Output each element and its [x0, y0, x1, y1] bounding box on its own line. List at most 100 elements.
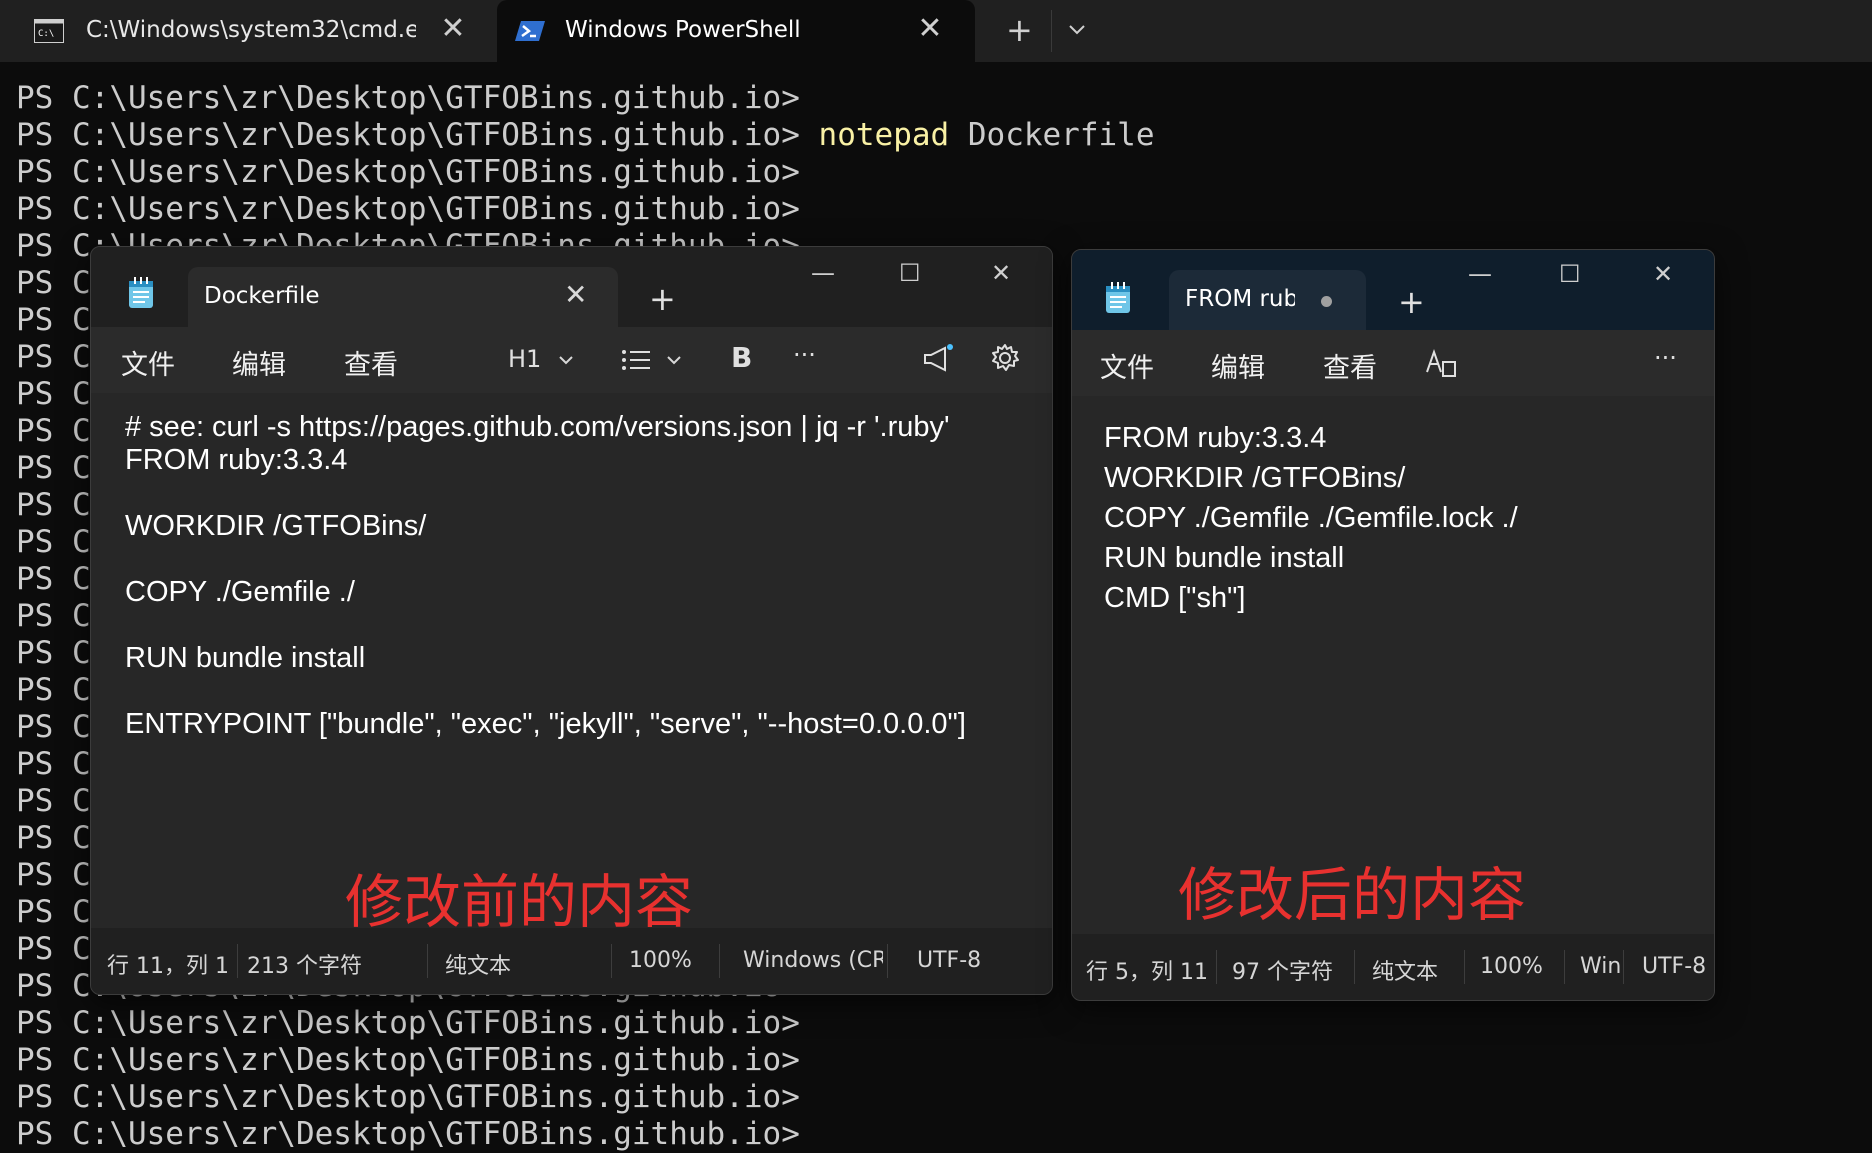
heading-dropdown[interactable]: H1: [508, 345, 541, 373]
notepad-titlebar: FROM ruby:3.3.4 + — ☐ ✕: [1072, 250, 1714, 330]
tab-dockerfile-close-icon[interactable]: ✕: [564, 281, 587, 309]
new-tab-button[interactable]: +: [1006, 14, 1033, 46]
status-divider: [887, 944, 888, 978]
minimize-button[interactable]: —: [1468, 262, 1492, 286]
unsaved-dot-icon[interactable]: [1321, 296, 1332, 307]
status-char-count: 213 个字符: [247, 954, 362, 979]
editor-line: COPY ./Gemfile ./Gemfile.lock ./: [1104, 502, 1518, 534]
status-position: 行 5，列 11: [1086, 960, 1208, 985]
menu-file[interactable]: 文件: [1100, 346, 1154, 385]
tab-dockerfile[interactable]: Dockerfile ✕: [188, 267, 618, 327]
menu-edit[interactable]: 编辑: [1211, 346, 1265, 385]
menu-file[interactable]: 文件: [121, 343, 175, 382]
status-line-ending[interactable]: Windows (CRLF): [1580, 954, 1620, 979]
editor-content[interactable]: FROM ruby:3.3.4 WORKDIR /GTFOBins/COPY ./…: [1104, 418, 1518, 618]
editor-line: FROM ruby:3.3.4: [125, 444, 348, 476]
notepad-window-before: Dockerfile ✕ + — ☐ ✕ 文件 编辑 查看 H1 B ··· #…: [90, 246, 1053, 995]
status-encoding[interactable]: UTF-8: [917, 948, 1007, 973]
status-divider: [719, 944, 720, 978]
terminal-line: PS C:\Users\zr\Desktop\GTFOBins.github.i…: [16, 1079, 800, 1115]
more-options-button[interactable]: ···: [1654, 344, 1677, 372]
svg-text:C:\: C:\: [38, 29, 54, 39]
chevron-down-icon[interactable]: [558, 355, 574, 365]
status-format[interactable]: 纯文本: [1372, 954, 1462, 986]
more-options-button[interactable]: ···: [793, 341, 816, 369]
terminal-line: PS C:\Users\zr\Desktop\GTFOBins.github.i…: [16, 1042, 800, 1078]
megaphone-icon[interactable]: [921, 343, 955, 373]
status-divider: [611, 944, 612, 978]
notepad-icon: [129, 277, 153, 308]
tab-dockerfile-title: Dockerfile: [204, 283, 320, 309]
tab-bar-divider: [1051, 10, 1052, 52]
terminal-prompt: PS C:\Users\zr\Desktop\GTFOBins.github.i…: [16, 117, 819, 153]
editor-line: CMD ["sh"]: [1104, 582, 1246, 614]
editor-line: RUN bundle install: [125, 642, 366, 674]
notepad-titlebar: Dockerfile ✕ + — ☐ ✕: [91, 247, 1052, 327]
status-bar: 行 11，列 1 213 个字符 纯文本 100% Windows (CRLF)…: [91, 928, 1052, 994]
close-button[interactable]: ✕: [1653, 262, 1673, 286]
gear-icon[interactable]: [990, 343, 1020, 373]
new-tab-button[interactable]: +: [649, 283, 676, 315]
notepad-window-after: FROM ruby:3.3.4 + — ☐ ✕ 文件 编辑 查看 ··· FRO…: [1071, 249, 1715, 1001]
status-zoom[interactable]: 100%: [1480, 954, 1560, 979]
powershell-icon: [515, 21, 545, 41]
terminal-tab-bar: C:\ C:\Windows\system32\cmd.exe ✕ Window…: [0, 0, 1872, 62]
editor-line: COPY ./Gemfile ./: [125, 576, 355, 608]
bold-button[interactable]: B: [731, 341, 752, 374]
tab-powershell[interactable]: Windows PowerShell ✕: [497, 0, 975, 62]
editor-line: ENTRYPOINT ["bundle", "exec", "jekyll", …: [125, 708, 966, 740]
status-divider: [1564, 950, 1565, 984]
status-encoding[interactable]: UTF-8: [1642, 954, 1712, 979]
status-divider: [1464, 950, 1465, 984]
chevron-down-icon[interactable]: [666, 355, 682, 365]
editor-line: WORKDIR /GTFOBins/: [125, 510, 427, 542]
notepad-icon: [1106, 282, 1130, 313]
annotation-after: 修改后的内容: [1178, 861, 1527, 929]
tab-cmd[interactable]: C:\ C:\Windows\system32\cmd.exe ✕: [0, 0, 494, 62]
terminal-command: notepad: [818, 117, 950, 153]
status-char-count: 97 个字符: [1232, 960, 1333, 985]
menu-view[interactable]: 查看: [1323, 346, 1377, 385]
editor-line: RUN bundle install: [1104, 542, 1345, 574]
text-editor[interactable]: # see: curl -s https://pages.github.com/…: [91, 393, 1052, 936]
tab-powershell-title: Windows PowerShell: [565, 17, 801, 43]
editor-line: # see: curl -s https://pages.github.com/…: [125, 411, 950, 443]
tab-from-ruby[interactable]: FROM ruby:3.3.4: [1169, 270, 1366, 330]
editor-content[interactable]: # see: curl -s https://pages.github.com/…: [125, 411, 966, 741]
menu-bar: 文件 编辑 查看 ···: [1072, 330, 1714, 396]
cmd-icon: C:\: [34, 19, 64, 43]
status-position: 行 11，列 1: [107, 954, 227, 979]
terminal-line: PS C:\Users\zr\Desktop\GTFOBins.github.i…: [16, 154, 800, 190]
chevron-down-icon[interactable]: [1068, 24, 1086, 36]
tab-cmd-close-icon[interactable]: ✕: [438, 14, 468, 44]
status-divider: [1216, 950, 1217, 984]
terminal-command-arg: Dockerfile: [949, 117, 1155, 153]
status-line-ending[interactable]: Windows (CRLF): [743, 948, 883, 973]
status-format[interactable]: 纯文本: [445, 948, 565, 980]
editor-line: FROM ruby:3.3.4: [1104, 422, 1327, 454]
maximize-button[interactable]: ☐: [1559, 262, 1581, 286]
close-button[interactable]: ✕: [991, 261, 1011, 285]
menu-view[interactable]: 查看: [344, 343, 398, 382]
maximize-button[interactable]: ☐: [899, 261, 921, 285]
editor-line: WORKDIR /GTFOBins/: [1104, 462, 1406, 494]
minimize-button[interactable]: —: [811, 261, 835, 285]
menu-edit[interactable]: 编辑: [232, 343, 286, 382]
tab-powershell-close-icon[interactable]: ✕: [915, 14, 945, 44]
text-editor[interactable]: FROM ruby:3.3.4 WORKDIR /GTFOBins/COPY ./…: [1072, 396, 1714, 934]
status-divider: [427, 944, 428, 978]
new-tab-button[interactable]: +: [1398, 286, 1425, 318]
status-bar: 行 5，列 11 97 个字符 纯文本 100% Windows (CRLF) …: [1072, 934, 1714, 1000]
tab-from-ruby-title: FROM ruby:3.3.4: [1185, 286, 1295, 312]
terminal-line: PS C:\Users\zr\Desktop\GTFOBins.github.i…: [16, 1005, 800, 1041]
list-icon[interactable]: [621, 349, 651, 371]
text-format-icon[interactable]: [1425, 348, 1457, 378]
status-divider: [1354, 950, 1355, 984]
status-zoom[interactable]: 100%: [629, 948, 709, 973]
annotation-before: 修改前的内容: [345, 868, 694, 936]
terminal-line: PS C:\Users\zr\Desktop\GTFOBins.github.i…: [16, 117, 1872, 154]
